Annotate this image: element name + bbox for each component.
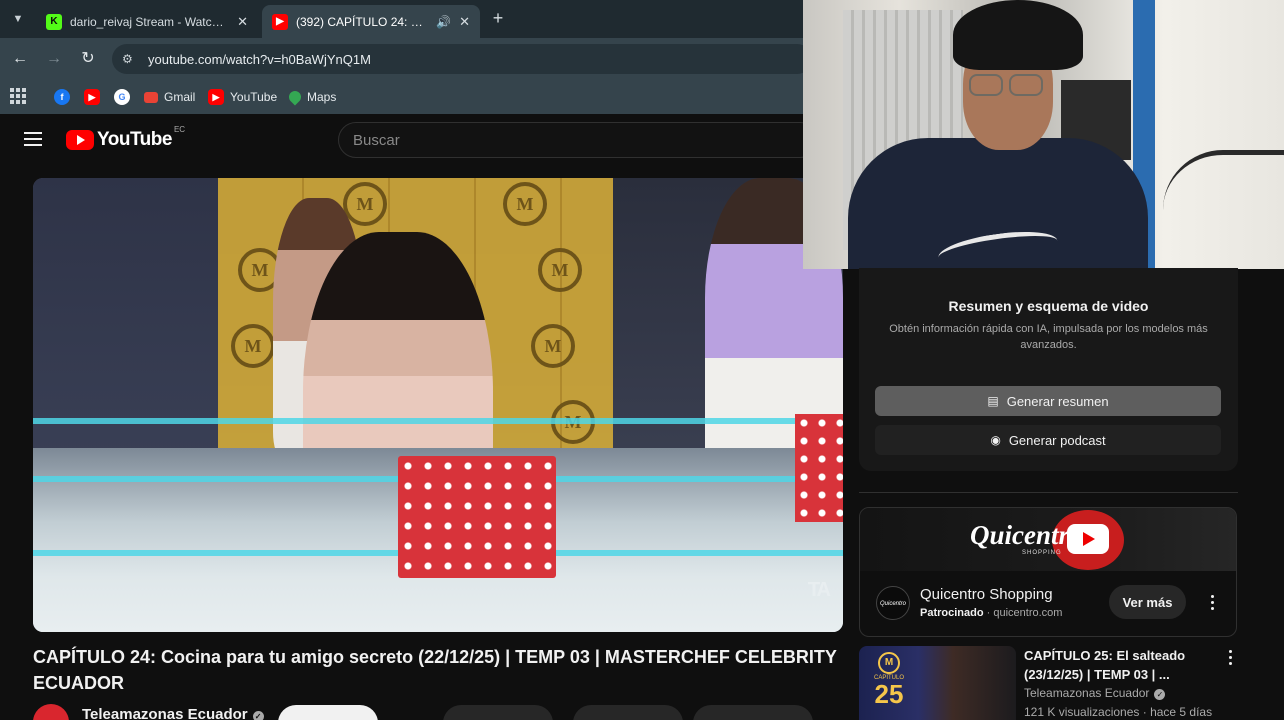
- youtube-icon: ▶: [84, 89, 100, 105]
- logo-text: YouTube: [97, 129, 172, 150]
- youtube-icon: ▶: [272, 13, 288, 30]
- video-owner-row: Teleamazonas Ecuador ✓: [33, 700, 843, 720]
- recommended-video[interactable]: M CAPÍTULO 25 CAPÍTULO 25: El salteado (…: [859, 646, 1238, 720]
- chair: [1163, 150, 1284, 269]
- recommended-meta: 121 K visualizaciones · hace 5 días: [1024, 705, 1213, 719]
- gift-box: [795, 414, 843, 522]
- forward-button[interactable]: →: [44, 49, 64, 69]
- google-icon: G: [114, 89, 130, 105]
- video-player[interactable]: TA: [33, 178, 843, 632]
- glasses: [969, 74, 1003, 96]
- ad-cta-button[interactable]: Ver más: [1109, 585, 1186, 619]
- channel-name[interactable]: Teleamazonas Ecuador ✓: [82, 706, 264, 720]
- advertiser-logo[interactable]: Quicentro: [876, 586, 910, 620]
- masterchef-logo: [343, 182, 387, 226]
- gift-box: [398, 456, 556, 578]
- channel-name-text: Teleamazonas Ecuador: [82, 706, 248, 720]
- masterchef-logo: [503, 182, 547, 226]
- masterchef-logo: [538, 248, 582, 292]
- subscribe-button[interactable]: [278, 705, 378, 720]
- button-label: Generar resumen: [1006, 393, 1109, 409]
- masterchef-logo: [231, 324, 275, 368]
- close-icon[interactable]: ✕: [459, 14, 470, 30]
- ad-brand-subtext: SHOPPING: [1022, 550, 1062, 556]
- summary-title: Resumen y esquema de video: [948, 298, 1149, 314]
- tab-kick-stream[interactable]: K dario_reivaj Stream - Watch Live ✕: [36, 5, 258, 38]
- thumb-number: 25: [874, 679, 904, 709]
- ad-brand-text: Quicentro: [970, 520, 1083, 550]
- bookmark-maps[interactable]: Maps: [286, 87, 337, 107]
- apps-grid-icon[interactable]: [10, 88, 26, 104]
- masterchef-logo: M: [878, 652, 900, 674]
- bookmark-youtube-1[interactable]: ▶: [84, 87, 106, 107]
- like-button[interactable]: [443, 705, 553, 720]
- video-summary-card: Resumen y esquema de video Obtén informa…: [859, 268, 1238, 471]
- generate-podcast-button[interactable]: ◉ Generar podcast: [875, 425, 1221, 455]
- bookmark-label: Gmail: [164, 90, 196, 104]
- kick-icon: K: [46, 13, 62, 30]
- divider: [859, 492, 1238, 493]
- site-info-icon[interactable]: ⚙: [122, 52, 138, 66]
- speaker-icon[interactable]: 🔊: [436, 15, 451, 29]
- country-code: EC: [173, 125, 186, 134]
- close-icon[interactable]: ✕: [237, 14, 248, 30]
- more-options-icon[interactable]: [1209, 595, 1215, 610]
- maps-icon: [286, 88, 304, 106]
- tab-search-button[interactable]: ▼: [6, 8, 30, 30]
- ad-domain: quicentro.com: [993, 607, 1063, 619]
- search-placeholder: Buscar: [353, 131, 400, 149]
- youtube-icon: ▶: [208, 89, 224, 105]
- youtube-play-icon: [66, 130, 94, 150]
- tab-title: (392) CAPÍTULO 24: Cocina para tu amigo …: [296, 14, 431, 29]
- youtube-logo[interactable]: YouTube EC: [66, 125, 185, 151]
- channel-watermark: TA: [807, 579, 831, 601]
- recommended-title[interactable]: CAPÍTULO 25: El salteado (23/12/25) | TE…: [1024, 646, 1214, 684]
- tab-youtube-video[interactable]: ▶ (392) CAPÍTULO 24: Cocina para tu amig…: [262, 5, 480, 38]
- screen: ▼ K dario_reivaj Stream - Watch Live ✕ ▶…: [0, 0, 1284, 720]
- more-options-icon[interactable]: [1227, 650, 1233, 665]
- masterchef-logo: [531, 324, 575, 368]
- url-text: youtube.com/watch?v=h0BaWjYnQ1M: [148, 51, 371, 67]
- video-title: CAPÍTULO 24: Cocina para tu amigo secret…: [33, 647, 837, 693]
- bookmark-label: YouTube: [230, 90, 278, 104]
- bookmark-google[interactable]: G: [114, 87, 136, 107]
- address-bar[interactable]: ⚙ youtube.com/watch?v=h0BaWjYnQ1M: [112, 44, 812, 74]
- summary-subtitle: Obtén información rápida con IA, impulsa…: [889, 323, 1208, 351]
- episode-badge: M CAPÍTULO 25: [869, 652, 909, 718]
- back-button[interactable]: ←: [10, 49, 30, 69]
- verified-icon: ✓: [252, 711, 264, 720]
- channel-avatar[interactable]: [33, 704, 69, 720]
- bookmark-youtube-2[interactable]: ▶ YouTube: [208, 87, 277, 107]
- button-label: Generar podcast: [1008, 432, 1106, 448]
- recommended-channel[interactable]: Teleamazonas Ecuador ✓: [1024, 686, 1166, 700]
- tab-title: dario_reivaj Stream - Watch Live: [70, 14, 230, 29]
- save-button[interactable]: [693, 705, 813, 720]
- facebook-icon: f: [54, 89, 70, 105]
- glasses: [1009, 74, 1043, 96]
- new-tab-button[interactable]: +: [488, 9, 508, 29]
- ad-meta: Patrocinado · quicentro.com: [920, 607, 1062, 619]
- generate-summary-button[interactable]: ▤ Generar resumen: [875, 386, 1221, 416]
- podcast-icon: ◉: [990, 433, 1001, 447]
- share-button[interactable]: [573, 705, 683, 720]
- meta-separator: ·: [983, 607, 994, 619]
- search-input[interactable]: Buscar: [338, 122, 818, 158]
- menu-icon[interactable]: [24, 132, 42, 146]
- person-hair: [953, 0, 1083, 70]
- sponsored-ad-card[interactable]: Quicentro SHOPPING Quicentro Quicentro S…: [859, 507, 1237, 637]
- verified-icon: ✓: [1154, 689, 1166, 700]
- gmail-icon: [144, 91, 158, 103]
- ad-banner[interactable]: Quicentro SHOPPING: [860, 508, 1236, 571]
- video-thumbnail[interactable]: M CAPÍTULO 25: [859, 646, 1016, 720]
- bookmark-facebook[interactable]: f: [54, 87, 76, 107]
- bookmark-label: Maps: [307, 90, 337, 104]
- ad-title[interactable]: Quicentro Shopping: [920, 586, 1053, 603]
- sponsored-label: Patrocinado: [920, 607, 984, 619]
- webcam-overlay: [803, 0, 1284, 269]
- channel-text: Teleamazonas Ecuador: [1024, 686, 1150, 700]
- bookmark-gmail[interactable]: Gmail: [144, 87, 195, 107]
- summary-icon: ▤: [987, 394, 999, 408]
- reload-button[interactable]: ↻: [78, 49, 98, 69]
